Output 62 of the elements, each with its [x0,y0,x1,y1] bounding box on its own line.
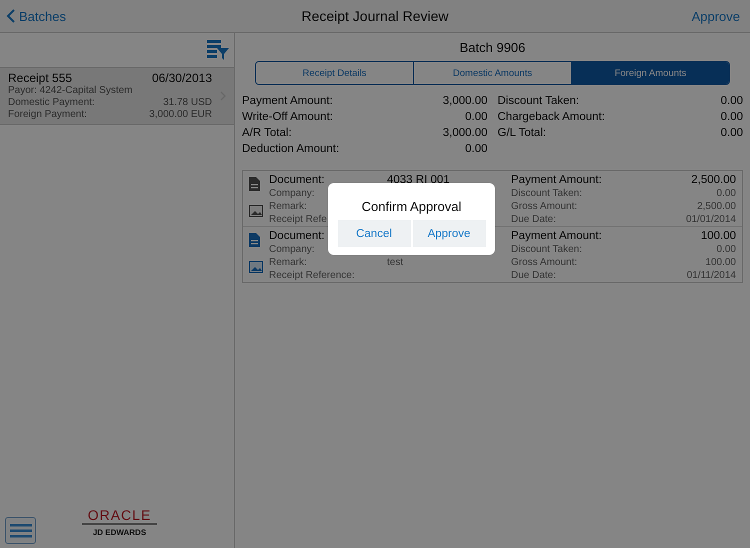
document-label: Document: [269,173,325,187]
batch-title: Batch 9906 [458,40,526,55]
summary-value: 0.00 [465,110,488,125]
receipt-label: Payor: 4242-Capital System [8,85,133,97]
back-button[interactable]: Batches [6,8,66,24]
amount-value: 100.00 [705,256,736,269]
summary-label: G/L Total: [498,126,546,141]
document-value: test [387,256,404,269]
summary-value: 0.00 [720,94,743,109]
amount-label: Discount Taken: [511,187,582,200]
summary-label: Payment Amount: [242,94,333,109]
amount-value: 2,500.00 [691,173,736,187]
approve-link[interactable]: Approve [692,8,740,24]
amount-value: 2,500.00 [697,200,736,213]
dialog-button[interactable]: Cancel [338,220,410,247]
document-label: Company: [269,243,315,256]
amount-value: 01/11/2014 [686,269,736,282]
document-label: Remark: [269,200,307,213]
amount-label: Payment Amount: [511,229,602,243]
chevron-left-icon [6,9,15,23]
receipt-title: Receipt 555 [8,71,72,85]
menu-button[interactable] [5,517,36,544]
summary-value: 3,000.00 [442,94,488,109]
logo-subtitle: JD EDWARDS [92,528,146,537]
amount-value: 0.00 [716,243,736,256]
summary-value: 0.00 [465,142,488,157]
receipt-label: Foreign Payment: [8,109,87,121]
amount-label: Due Date: [511,213,556,226]
receipt-value: 31.78 USD [163,97,212,109]
amount-label: Payment Amount: [511,173,602,187]
dialog-button[interactable]: Approve [412,220,486,247]
dialog-title: Confirm Approval [362,199,462,214]
summary-label: Deduction Amount: [242,142,340,157]
receipt-item[interactable]: Receipt 555 06/30/2013 Payor: 4242-Capital System Domestic Payment: 31.78 USD Foreign Payment: 3,000.00 EUR [0,68,234,125]
document-label: Receipt Reference: [269,269,355,282]
summary-value: 3,000.00 [442,126,488,141]
summary-label: Write-Off Amount: [242,110,333,125]
summary-label: A/R Total: [242,126,292,141]
menu-icon [10,524,32,538]
summary-label: Discount Taken: [498,94,580,109]
amount-value: 0.00 [716,187,736,200]
receipt-value: 3,000.00 EUR [149,109,212,121]
document-label: Remark: [269,256,307,269]
amount-label: Due Date: [511,269,556,282]
logo-brand: ORACLE [82,508,157,525]
amount-label: Gross Amount: [511,256,578,269]
tab[interactable]: Foreign Amounts [571,62,729,84]
amount-label: Discount Taken: [511,243,582,256]
summary-value: 0.00 [720,126,743,141]
amount-value: 100.00 [700,229,736,243]
summary-value: 0.00 [720,110,743,125]
receipt-date: 06/30/2013 [152,71,212,85]
receipt-label: Domestic Payment: [8,97,95,109]
document-label: Company: [269,187,315,200]
amount-label: Gross Amount: [511,200,578,213]
document-value: 4033 RI 001 [387,173,450,187]
document-label: Document: [269,229,325,243]
screen-title: Receipt Journal Review [301,8,449,24]
document-label: Receipt Refe [269,213,327,226]
filter-list-icon[interactable] [206,39,230,61]
amount-value: 01/01/2014 [686,213,736,226]
summary-label: Chargeback Amount: [498,110,605,125]
